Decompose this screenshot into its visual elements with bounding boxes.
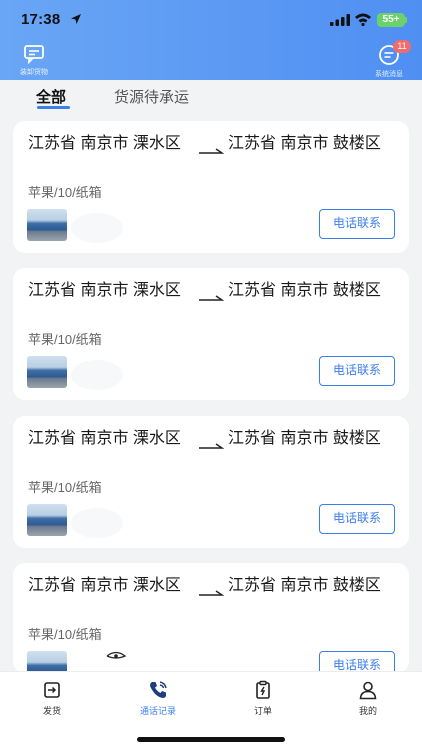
chat-bubble-icon	[24, 45, 44, 64]
route-origin: 江苏省 南京市 溧水区	[28, 135, 181, 152]
tab-pending-cargo[interactable]: 货源待承运	[114, 86, 189, 107]
photo-placeholder	[71, 213, 123, 243]
vehicle-photo	[27, 504, 67, 536]
goods-info: 苹果/10/纸箱	[28, 627, 102, 642]
cargo-card[interactable]: 江苏省 南京市 溧水区 江苏省 南京市 鼓楼区 苹果/10/纸箱 电话联系	[13, 121, 409, 253]
view-icon	[106, 651, 127, 659]
status-time: 17:38	[21, 11, 61, 28]
tabbar-item-call-log[interactable]: 通话记录	[123, 680, 193, 717]
system-messages-label: 系统消息	[375, 71, 403, 78]
tabbar-label: 订单	[253, 706, 272, 716]
tabbar-label: 我的	[358, 706, 377, 716]
status-bar: 17:38 55+	[0, 0, 422, 40]
route-destination: 江苏省 南京市 鼓楼区	[228, 282, 381, 299]
user-icon	[359, 681, 377, 700]
battery-cap	[405, 17, 407, 23]
call-button[interactable]: 电话联系	[319, 209, 395, 239]
vehicle-photo	[27, 209, 67, 241]
cargo-card[interactable]: 江苏省 南京市 溧水区 江苏省 南京市 鼓楼区 苹果/10/纸箱 电话联系	[13, 563, 409, 683]
load-unload-button[interactable]: 装卸货物	[14, 44, 54, 78]
wifi-icon	[355, 13, 371, 26]
photo-placeholder	[71, 360, 123, 390]
route-origin: 江苏省 南京市 溧水区	[28, 577, 181, 594]
tabbar-item-mine[interactable]: 我的	[333, 680, 403, 717]
route-destination: 江苏省 南京市 鼓楼区	[228, 577, 381, 594]
tabbar-label: 通话记录	[139, 706, 176, 716]
cellular-signal-icon	[330, 14, 350, 26]
phone-icon	[150, 681, 167, 698]
cargo-card[interactable]: 江苏省 南京市 溧水区 江苏省 南京市 鼓楼区 苹果/10/纸箱 电话联系	[13, 416, 409, 548]
photo-placeholder	[71, 508, 123, 538]
home-indicator[interactable]	[137, 737, 285, 742]
tabbar-item-ship[interactable]: 发货	[17, 680, 87, 717]
app-header: 17:38 55+ 装卸货物 11 系统消息	[0, 0, 422, 80]
tabbar-item-orders[interactable]: 订单	[228, 680, 298, 717]
location-arrow-icon	[71, 14, 81, 24]
route-arrow-icon	[199, 148, 224, 154]
goods-info: 苹果/10/纸箱	[28, 480, 102, 495]
unread-badge: 11	[393, 40, 411, 53]
route-destination: 江苏省 南京市 鼓楼区	[228, 135, 381, 152]
route-arrow-icon	[199, 295, 224, 301]
route-origin: 江苏省 南京市 溧水区	[28, 282, 181, 299]
call-button[interactable]: 电话联系	[319, 504, 395, 534]
cargo-card[interactable]: 江苏省 南京市 溧水区 江苏省 南京市 鼓楼区 苹果/10/纸箱 电话联系	[13, 268, 409, 400]
route-arrow-icon	[199, 443, 224, 449]
active-tab-indicator	[37, 106, 70, 109]
battery-indicator: 55+	[377, 13, 405, 27]
goods-info: 苹果/10/纸箱	[28, 185, 102, 200]
call-button[interactable]: 电话联系	[319, 356, 395, 386]
vehicle-photo	[27, 356, 67, 388]
system-messages-button[interactable]: 11 系统消息	[367, 40, 411, 78]
tabbar-label: 发货	[42, 706, 61, 716]
clipboard-icon	[256, 680, 270, 699]
goods-info: 苹果/10/纸箱	[28, 332, 102, 347]
load-unload-label: 装卸货物	[20, 69, 48, 76]
route-arrow-icon	[199, 590, 224, 596]
route-origin: 江苏省 南京市 溧水区	[28, 430, 181, 447]
route-destination: 江苏省 南京市 鼓楼区	[228, 430, 381, 447]
tab-all[interactable]: 全部	[36, 86, 66, 107]
ship-icon	[44, 682, 60, 698]
